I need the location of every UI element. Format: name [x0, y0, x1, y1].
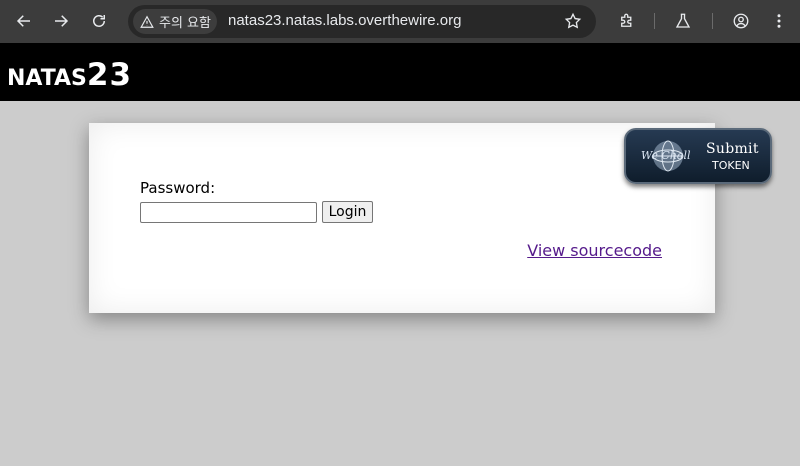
flask-icon — [675, 13, 691, 28]
account-circle-icon — [733, 13, 749, 29]
menu-button[interactable] — [768, 10, 790, 32]
login-button[interactable]: Login — [322, 201, 373, 223]
badge-token-label: TOKEN — [712, 159, 750, 172]
browser-toolbar: 주의 요함 natas23.natas.labs.overthewire.org — [0, 0, 800, 43]
site-header: NATAS23 — [0, 43, 800, 101]
wechall-brand: We Chall — [641, 149, 691, 162]
toolbar-separator — [654, 13, 655, 29]
reload-icon — [93, 15, 105, 27]
content-card: Password: Login View sourcecode — [89, 123, 715, 313]
profile-button[interactable] — [730, 10, 752, 32]
badge-submit-label: Submit — [706, 141, 759, 157]
logo-number: 23 — [86, 57, 133, 93]
reload-button[interactable] — [85, 8, 113, 34]
site-logo: NATAS23 — [7, 57, 132, 93]
puzzle-icon — [621, 13, 632, 27]
view-sourcecode-link[interactable]: View sourcecode — [527, 241, 662, 260]
url-text[interactable]: natas23.natas.labs.overthewire.org — [228, 12, 461, 29]
bookmark-star-icon[interactable] — [564, 12, 582, 30]
labs-button[interactable] — [672, 10, 694, 32]
password-label: Password: — [140, 179, 216, 197]
arrow-right-icon — [55, 15, 69, 27]
extensions-button[interactable] — [616, 10, 638, 32]
password-input[interactable] — [140, 202, 317, 223]
back-button[interactable] — [10, 8, 38, 34]
wechall-submit-token-button[interactable]: We Chall Submit TOKEN — [624, 128, 772, 184]
logo-word: NATAS — [7, 66, 87, 91]
arrow-left-icon — [16, 15, 30, 27]
security-chip[interactable]: 주의 요함 — [133, 9, 217, 34]
kebab-menu-icon — [777, 14, 781, 28]
forward-button[interactable] — [47, 8, 75, 34]
address-bar[interactable]: 주의 요함 natas23.natas.labs.overthewire.org — [128, 5, 596, 38]
security-chip-label: 주의 요함 — [159, 16, 211, 31]
warning-icon — [140, 15, 154, 28]
toolbar-separator — [712, 13, 713, 29]
